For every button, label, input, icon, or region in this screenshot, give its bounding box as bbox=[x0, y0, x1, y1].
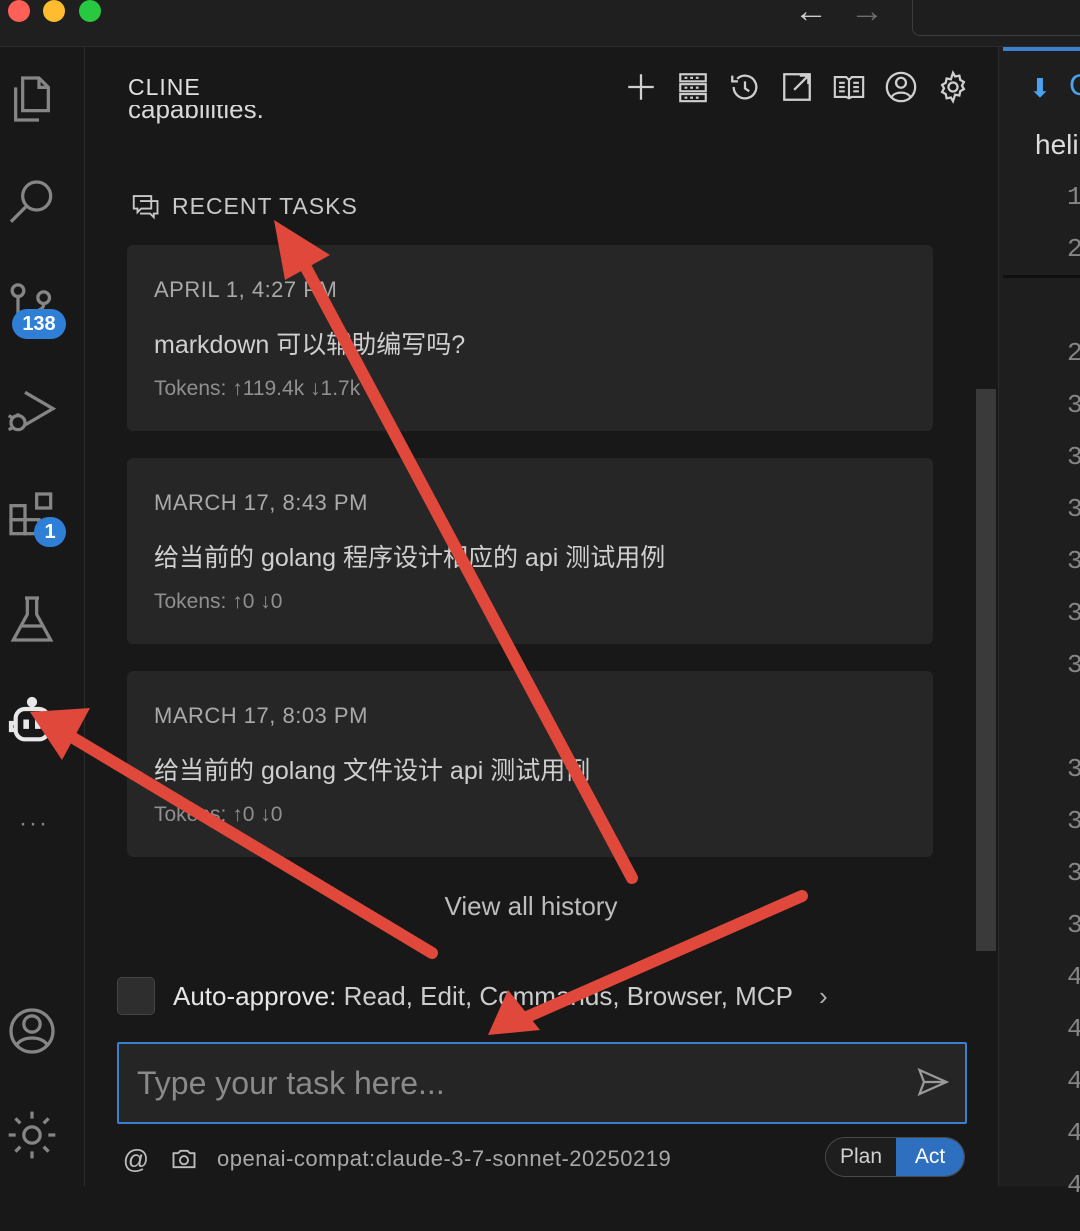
camera-icon[interactable] bbox=[169, 1144, 199, 1174]
panel-actions bbox=[618, 67, 976, 107]
search-icon[interactable] bbox=[4, 175, 64, 235]
explorer-icon[interactable] bbox=[4, 71, 64, 131]
task-tokens: Tokens: ↑0 ↓0 bbox=[154, 590, 283, 613]
back-arrow-icon[interactable]: ← bbox=[794, 0, 828, 31]
recent-tasks-header: RECENT TASKS bbox=[130, 191, 358, 221]
cut-off-text: capabilities. bbox=[128, 105, 264, 124]
line-number: 3 bbox=[1067, 494, 1080, 524]
task-text: 给当前的 golang 程序设计相应的 api 测试用例 bbox=[154, 544, 666, 572]
line-number: 3 bbox=[1067, 858, 1080, 888]
plus-icon[interactable] bbox=[618, 67, 664, 107]
close-window-button[interactable] bbox=[8, 0, 30, 22]
maximize-window-button[interactable] bbox=[79, 0, 101, 22]
line-number: 3 bbox=[1067, 806, 1080, 836]
task-text: 给当前的 golang 文件设计 api 测试用例 bbox=[154, 757, 591, 785]
minimize-window-button[interactable] bbox=[43, 0, 65, 22]
task-date: MARCH 17, 8:43 PM bbox=[154, 490, 368, 515]
input-toolbar: @ openai-compat:claude-3-7-sonnet-202502… bbox=[121, 1139, 671, 1179]
line-number: 4 bbox=[1067, 1118, 1080, 1148]
task-tokens: Tokens: ↑0 ↓0 bbox=[154, 803, 283, 826]
model-selector[interactable]: openai-compat:claude-3-7-sonnet-20250219 bbox=[217, 1146, 671, 1172]
line-number: 3 bbox=[1067, 754, 1080, 784]
line-number: 4 bbox=[1067, 1014, 1080, 1044]
view-all-history-link[interactable]: View all history bbox=[85, 891, 977, 922]
plan-mode-button[interactable]: Plan bbox=[826, 1138, 896, 1176]
window-titlebar: ← → bbox=[0, 0, 1080, 47]
line-number: 2 bbox=[1067, 234, 1080, 264]
activity-bar: 138 1 ··· bbox=[0, 47, 85, 1186]
task-card[interactable]: MARCH 17, 8:03 PM 给当前的 golang 文件设计 api 测… bbox=[127, 671, 933, 857]
history-icon[interactable] bbox=[722, 67, 768, 107]
line-number: 3 bbox=[1067, 650, 1080, 680]
line-number bbox=[1067, 691, 1080, 743]
account-icon[interactable] bbox=[4, 1003, 64, 1063]
line-number bbox=[1067, 275, 1080, 327]
run-debug-icon[interactable] bbox=[4, 383, 64, 443]
line-number: 3 bbox=[1067, 546, 1080, 576]
forward-arrow-icon[interactable]: → bbox=[850, 0, 884, 31]
act-mode-button[interactable]: Act bbox=[896, 1138, 964, 1176]
chevron-right-icon[interactable]: › bbox=[819, 981, 828, 1012]
line-number-gutter: 1 2 2 3 3 3 3 3 3 3 3 3 3 4 4 4 4 4 bbox=[1067, 171, 1080, 1231]
source-control-badge: 138 bbox=[12, 309, 66, 339]
popout-icon[interactable] bbox=[774, 67, 820, 107]
active-tab-indicator bbox=[1003, 47, 1080, 51]
line-number: 4 bbox=[1067, 962, 1080, 992]
send-icon[interactable] bbox=[915, 1064, 951, 1100]
plan-act-toggle[interactable]: Plan Act bbox=[825, 1137, 965, 1177]
line-number: 4 bbox=[1067, 1170, 1080, 1200]
editor-area: ⬇ C heli 1 2 2 3 3 3 3 3 3 3 3 3 3 4 4 4 4 4 bbox=[998, 47, 1080, 1200]
recent-tasks-label: RECENT TASKS bbox=[172, 192, 358, 219]
editor-tab-label[interactable]: C bbox=[1069, 69, 1080, 103]
panel-scrollbar[interactable] bbox=[976, 389, 996, 951]
server-icon[interactable] bbox=[670, 67, 716, 107]
cline-robot-icon[interactable] bbox=[4, 695, 64, 755]
line-number: 2 bbox=[1067, 338, 1080, 368]
auto-approve-checkbox[interactable] bbox=[117, 977, 155, 1015]
settings-icon[interactable] bbox=[930, 67, 976, 107]
panel-title: CLINE bbox=[128, 74, 201, 100]
task-date: MARCH 17, 8:03 PM bbox=[154, 703, 368, 728]
docs-icon[interactable] bbox=[826, 67, 872, 107]
auto-approve-value: Read, Edit, Commands, Browser, MCP bbox=[343, 980, 793, 1011]
task-text: markdown 可以辅助编写吗? bbox=[154, 331, 466, 359]
download-arrow-icon: ⬇ bbox=[1029, 73, 1051, 103]
line-number: 3 bbox=[1067, 390, 1080, 420]
mention-at-icon[interactable]: @ bbox=[121, 1144, 151, 1174]
line-number: 3 bbox=[1067, 598, 1080, 628]
auto-approve-label: Auto-approve: bbox=[173, 980, 337, 1011]
comment-icon bbox=[132, 195, 159, 220]
editor-file-label: heli bbox=[1035, 129, 1079, 160]
line-number: 3 bbox=[1067, 442, 1080, 472]
line-number: 3 bbox=[1067, 910, 1080, 940]
line-number: 1 bbox=[1067, 182, 1080, 212]
task-input[interactable] bbox=[119, 1044, 915, 1122]
cline-panel: CLINE capabilities. RECENT TASKS APRIL 1… bbox=[85, 47, 997, 1186]
task-tokens: Tokens: ↑119.4k ↓1.7k bbox=[154, 377, 361, 400]
task-card[interactable]: APRIL 1, 4:27 PM markdown 可以辅助编写吗? Token… bbox=[127, 245, 933, 431]
more-icon[interactable]: ··· bbox=[4, 799, 64, 859]
task-input-container bbox=[117, 1042, 967, 1124]
auto-approve-row[interactable]: Auto-approve: Read, Edit, Commands, Brow… bbox=[117, 977, 828, 1015]
testing-icon[interactable] bbox=[4, 591, 64, 651]
manage-gear-icon[interactable] bbox=[4, 1107, 64, 1167]
command-center-search[interactable] bbox=[912, 0, 1080, 36]
line-number: 4 bbox=[1067, 1066, 1080, 1096]
account-icon[interactable] bbox=[878, 67, 924, 107]
task-card[interactable]: MARCH 17, 8:43 PM 给当前的 golang 程序设计相应的 ap… bbox=[127, 458, 933, 644]
task-date: APRIL 1, 4:27 PM bbox=[154, 277, 338, 302]
extensions-badge: 1 bbox=[34, 517, 66, 547]
